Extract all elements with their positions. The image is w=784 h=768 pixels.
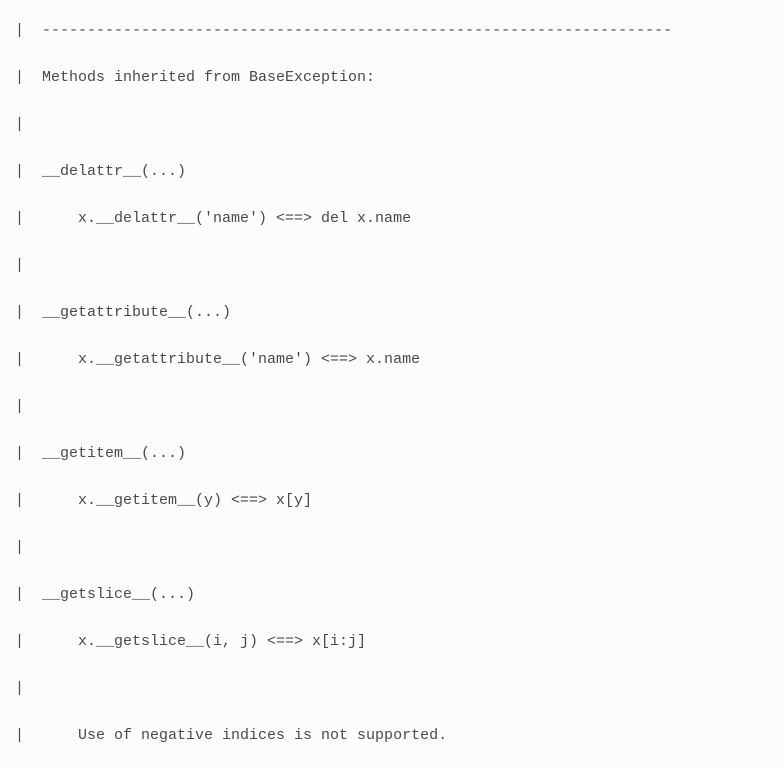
help-line-method-desc: | x.__delattr__('name') <==> del x.name: [0, 203, 784, 235]
help-line-method-sig: | __getitem__(...): [0, 438, 784, 470]
help-line-blank: |: [0, 532, 784, 564]
help-line-method-note: | Use of negative indices is not support…: [0, 720, 784, 752]
help-line-blank: |: [0, 673, 784, 705]
help-line-blank: |: [0, 109, 784, 141]
help-line-blank: |: [0, 250, 784, 282]
help-line-method-sig: | __delattr__(...): [0, 156, 784, 188]
help-line-method-sig: | __getslice__(...): [0, 579, 784, 611]
help-line-method-desc: | x.__getattribute__('name') <==> x.name: [0, 344, 784, 376]
help-line-blank: |: [0, 391, 784, 423]
help-line-separator: | --------------------------------------…: [0, 15, 784, 47]
help-line-method-desc: | x.__getitem__(y) <==> x[y]: [0, 485, 784, 517]
help-line-method-desc: | x.__getslice__(i, j) <==> x[i:j]: [0, 626, 784, 658]
python-help-text: | --------------------------------------…: [0, 0, 784, 768]
help-line-method-sig: | __getattribute__(...): [0, 297, 784, 329]
help-line-section-header: | Methods inherited from BaseException:: [0, 62, 784, 94]
